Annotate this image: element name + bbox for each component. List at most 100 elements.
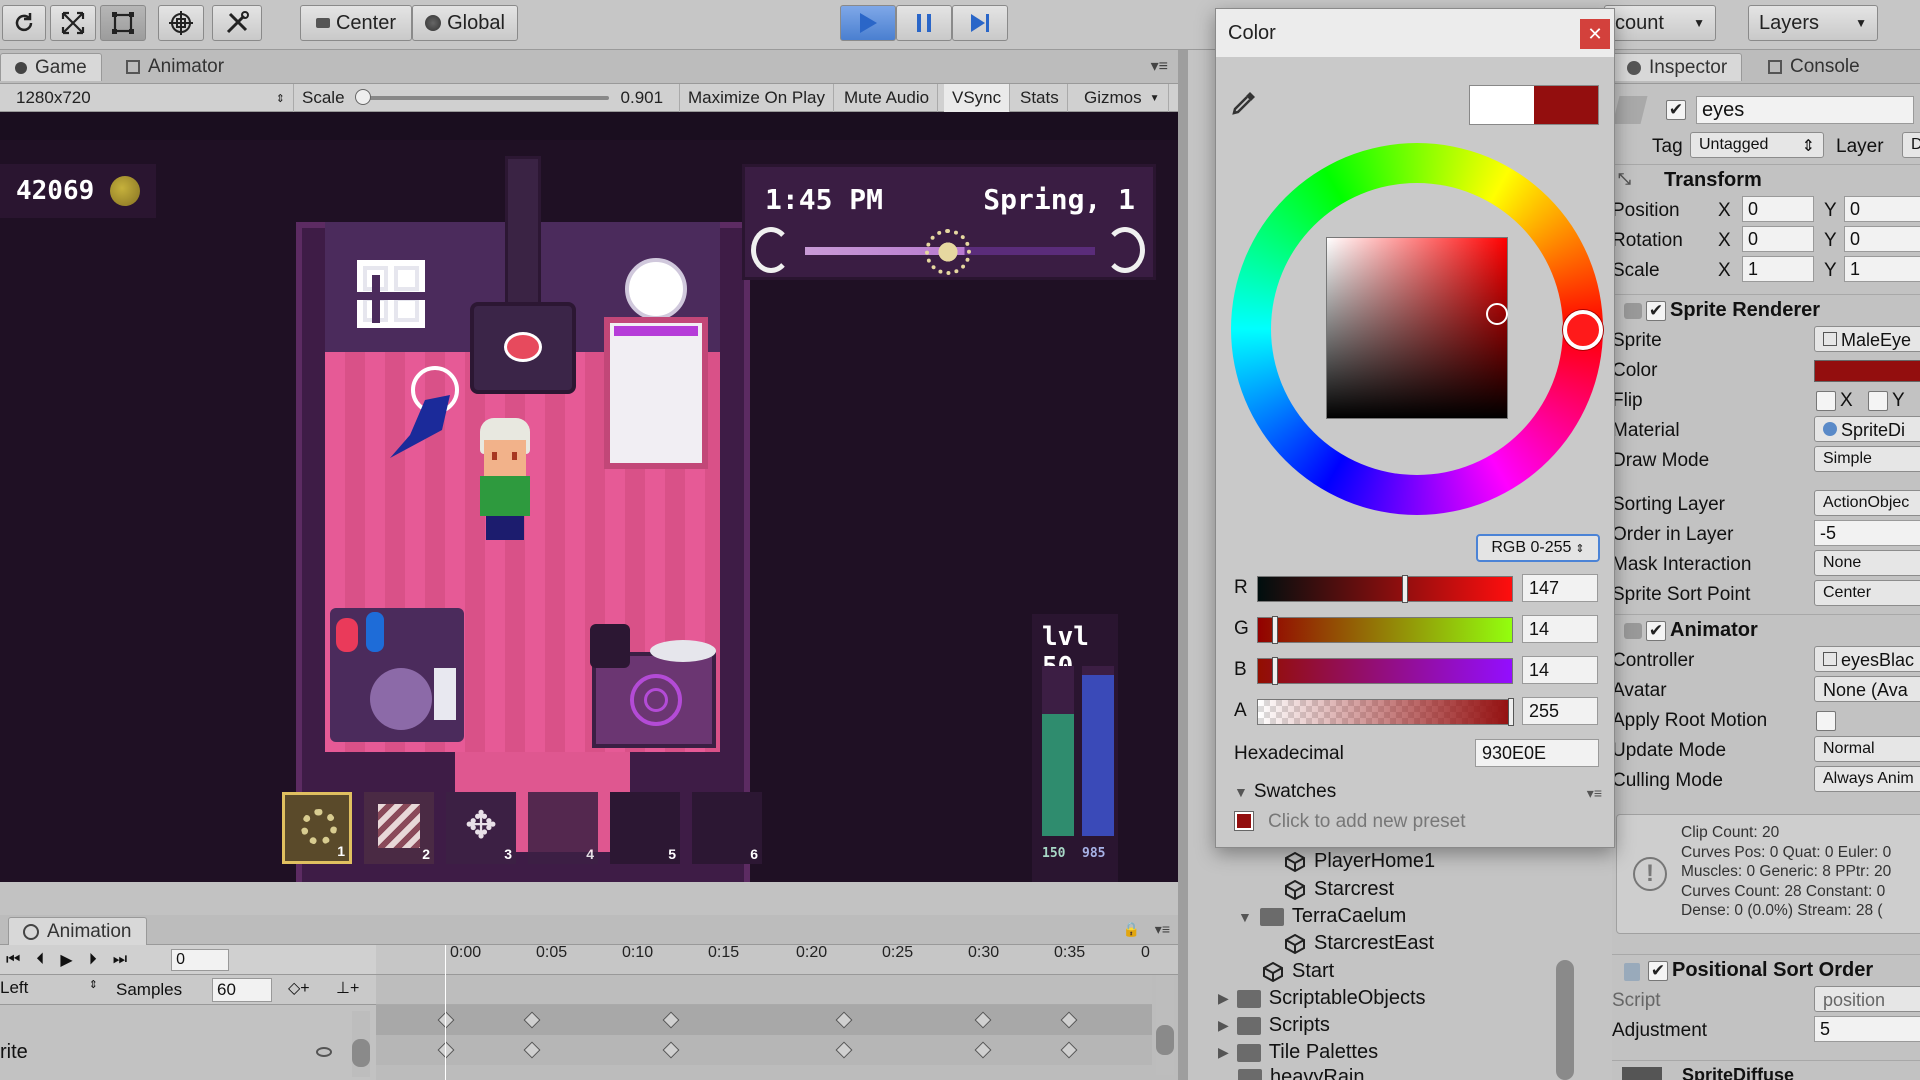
position-y-field[interactable]: 0	[1844, 196, 1920, 222]
keyframe[interactable]	[835, 1011, 853, 1029]
object-name-field[interactable]: eyes	[1696, 96, 1914, 124]
keyframe[interactable]	[662, 1011, 680, 1029]
property-scrollbar[interactable]	[352, 1011, 370, 1077]
list-item[interactable]: StarcrestEast	[1284, 932, 1434, 955]
play-button[interactable]	[840, 5, 896, 41]
red-slider-thumb[interactable]	[1402, 575, 1408, 603]
sorting-layer-dropdown[interactable]: ActionObjec	[1814, 490, 1920, 516]
list-item[interactable]: Starcrest	[1284, 878, 1394, 901]
tab-animation[interactable]: Animation	[8, 917, 147, 945]
hotbar-slot[interactable]: 1	[282, 792, 352, 864]
transform-tool-button[interactable]	[158, 5, 204, 41]
tab-game[interactable]: Game	[0, 53, 102, 81]
swatches-menu-icon[interactable]: ▾≡	[1587, 785, 1602, 802]
active-checkbox[interactable]: ✔	[1666, 100, 1686, 120]
keyframe[interactable]	[437, 1041, 455, 1059]
list-item[interactable]: ▼ TerraCaelum	[1238, 905, 1406, 928]
list-item[interactable]: ▶ Tile Palettes	[1218, 1041, 1378, 1064]
hierarchy-scrollbar[interactable]	[1556, 960, 1574, 1080]
sv-picker-handle[interactable]	[1486, 303, 1508, 325]
add-preset-label[interactable]: Click to add new preset	[1268, 811, 1466, 833]
keyframe[interactable]	[662, 1041, 680, 1059]
alpha-slider[interactable]	[1257, 698, 1514, 726]
eyedropper-button[interactable]	[1230, 89, 1258, 117]
blue-value-field[interactable]: 14	[1522, 656, 1598, 684]
tab-console[interactable]: Console	[1754, 53, 1874, 81]
layers-dropdown[interactable]: Layers ▼	[1748, 5, 1878, 41]
list-item[interactable]: Start	[1262, 960, 1334, 983]
rotation-y-field[interactable]: 0	[1844, 226, 1920, 252]
maximize-on-play-toggle[interactable]: Maximize On Play	[680, 84, 834, 112]
keyframe[interactable]	[835, 1041, 853, 1059]
blue-slider-thumb[interactable]	[1271, 657, 1278, 685]
material-field[interactable]: SpriteDi	[1814, 416, 1920, 442]
hue-picker-handle[interactable]	[1563, 310, 1603, 350]
panel-menu-icon[interactable]: ▾≡	[1151, 56, 1168, 76]
gizmos-dropdown[interactable]: Gizmos ▼	[1076, 84, 1169, 112]
sprite-track[interactable]	[376, 1035, 1152, 1065]
scale-slider-thumb[interactable]	[354, 89, 371, 105]
animator-enabled-checkbox[interactable]: ✔	[1646, 621, 1666, 641]
hotbar-slot[interactable]: 2	[364, 792, 434, 864]
controller-field[interactable]: eyesBlac	[1814, 646, 1920, 672]
pivot-space-button[interactable]: Global	[412, 5, 518, 41]
positional-sort-header[interactable]: ▼ ✔ Positional Sort Order	[1612, 954, 1920, 986]
blue-slider[interactable]	[1257, 657, 1513, 685]
hotbar-slot[interactable]: ✥ 3	[446, 792, 516, 864]
hotbar-slot[interactable]: 4	[528, 792, 598, 864]
color-picker-titlebar[interactable]: Color	[1216, 9, 1614, 57]
list-item[interactable]: heavyRain	[1238, 1066, 1365, 1080]
timeline-scrollbar[interactable]	[1156, 975, 1174, 1075]
list-item[interactable]: PlayerHome1	[1284, 850, 1435, 873]
keyframe[interactable]	[1060, 1011, 1078, 1029]
flip-x-checkbox[interactable]	[1816, 391, 1836, 411]
clip-dropdown[interactable]: Left ⇕	[0, 978, 104, 1002]
scale-slider[interactable]	[354, 89, 609, 105]
step-button[interactable]	[952, 5, 1008, 41]
play-animation-button[interactable]: ▶	[60, 950, 72, 970]
add-preset-swatch[interactable]	[1234, 811, 1254, 831]
keyframe[interactable]	[1060, 1041, 1078, 1059]
apply-root-motion-checkbox[interactable]	[1816, 711, 1836, 731]
scale-y-field[interactable]: 1	[1844, 256, 1920, 282]
mask-interaction-dropdown[interactable]: None	[1814, 550, 1920, 576]
mute-audio-toggle[interactable]: Mute Audio	[836, 84, 939, 112]
timeline[interactable]: 0:00 0:05 0:10 0:15 0:20 0:25 0:30 0:35 …	[376, 944, 1178, 1080]
green-value-field[interactable]: 14	[1522, 615, 1598, 643]
adjustment-field[interactable]: 5	[1814, 1016, 1920, 1042]
scale-x-field[interactable]: 1	[1742, 256, 1814, 282]
first-keyframe-button[interactable]: ⏮	[6, 951, 20, 969]
red-slider[interactable]	[1257, 575, 1513, 603]
positional-sort-enabled-checkbox[interactable]: ✔	[1648, 961, 1668, 981]
keyframe[interactable]	[437, 1011, 455, 1029]
rect-tool-button[interactable]	[100, 5, 146, 41]
next-keyframe-button[interactable]: ⏵	[89, 951, 97, 969]
sprite-sort-point-dropdown[interactable]: Center	[1814, 580, 1920, 606]
lock-icon[interactable]: 🔒	[1123, 921, 1140, 938]
stats-toggle[interactable]: Stats	[1012, 84, 1068, 112]
keyframe[interactable]	[523, 1041, 541, 1059]
list-item[interactable]: ▶ ScriptableObjects	[1218, 987, 1426, 1010]
playhead[interactable]	[445, 945, 446, 1080]
custom-tool-button[interactable]	[212, 5, 262, 41]
alpha-slider-thumb[interactable]	[1508, 698, 1514, 726]
hex-input[interactable]: 930E0E	[1475, 739, 1599, 767]
material-footer[interactable]: SpriteDiffuse	[1612, 1060, 1920, 1080]
swatches-header[interactable]: ▼ Swatches	[1234, 781, 1336, 803]
account-dropdown[interactable]: count ▼	[1604, 5, 1716, 41]
resolution-dropdown[interactable]: 1280x720 ⇕	[8, 84, 294, 112]
pause-button[interactable]	[896, 5, 952, 41]
rotate-tool-button[interactable]	[2, 5, 46, 41]
draw-mode-dropdown[interactable]: Simple	[1814, 446, 1920, 472]
flip-y-checkbox[interactable]	[1868, 391, 1888, 411]
tag-dropdown[interactable]: Untagged ⇕	[1690, 132, 1824, 158]
layer-dropdown[interactable]: D	[1902, 132, 1920, 158]
saturation-value-square[interactable]	[1326, 237, 1508, 419]
update-mode-dropdown[interactable]: Normal	[1814, 736, 1920, 762]
pivot-mode-button[interactable]: Center	[300, 5, 412, 41]
add-event-button[interactable]: ⊥+	[336, 978, 359, 998]
add-keyframe-button[interactable]: ◇+	[288, 978, 310, 998]
hotbar-slot[interactable]: 5	[610, 792, 680, 864]
sprite-renderer-enabled-checkbox[interactable]: ✔	[1646, 301, 1666, 321]
position-x-field[interactable]: 0	[1742, 196, 1814, 222]
